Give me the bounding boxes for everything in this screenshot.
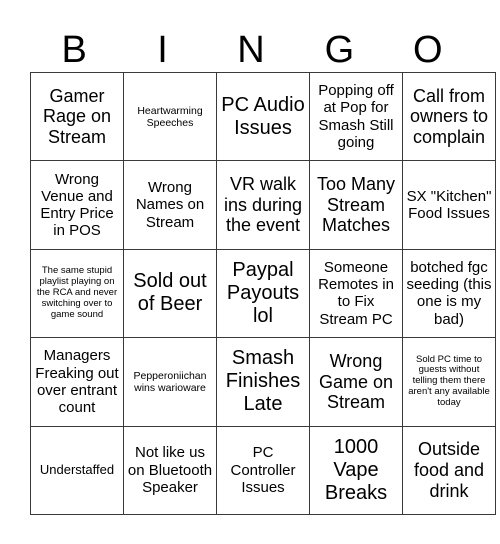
- bingo-cell[interactable]: 1000 Vape Breaks: [309, 425, 403, 516]
- header-letter-o: O: [412, 29, 443, 71]
- bingo-board: Gamer Rage on Stream Heartwarming Speeche…: [30, 71, 496, 516]
- bingo-cell[interactable]: Wrong Names on Stream: [123, 160, 217, 250]
- board-row: Gamer Rage on Stream Heartwarming Speeche…: [30, 71, 496, 162]
- board-row: The same stupid playlist playing on the …: [30, 248, 496, 339]
- bingo-cell[interactable]: PC Audio Issues: [216, 71, 310, 162]
- bingo-cell-text: SX "Kitchen" Food Issues: [406, 187, 492, 223]
- bingo-cell[interactable]: Managers Freaking out over entrant count: [30, 337, 124, 427]
- bingo-cell[interactable]: Smash Finishes Late: [216, 337, 310, 427]
- bingo-cell-text: Sold PC time to guests without telling t…: [408, 353, 490, 409]
- bingo-cell[interactable]: Pepperoniichan wins warioware: [123, 337, 217, 427]
- bingo-cell-text: botched fgc seeding (this one is my bad): [406, 258, 492, 328]
- bingo-cell[interactable]: Gamer Rage on Stream: [30, 71, 124, 162]
- bingo-cell-text: Heartwarming Speeches: [137, 104, 203, 129]
- bingo-cell-text: Call from owners to complain: [409, 85, 489, 148]
- bingo-cell[interactable]: Not like us on Bluetooth Speaker: [123, 425, 217, 516]
- bingo-cell[interactable]: Heartwarming Speeches: [123, 71, 217, 162]
- bingo-cell[interactable]: Paypal Payouts lol: [216, 248, 310, 339]
- bingo-cell[interactable]: Wrong Venue and Entry Price in POS: [30, 160, 124, 250]
- bingo-cell-text: Gamer Rage on Stream: [42, 85, 112, 148]
- bingo-cell[interactable]: Wrong Game on Stream: [309, 337, 403, 427]
- bingo-cell-text: Someone Remotes in to Fix Stream PC: [318, 258, 394, 328]
- header-letter-n: N: [237, 29, 265, 71]
- bingo-cell-text: Too Many Stream Matches: [316, 174, 396, 236]
- bingo-cell-text: Wrong Venue and Entry Price in POS: [40, 170, 114, 240]
- bingo-cell-text: Not like us on Bluetooth Speaker: [127, 444, 213, 496]
- bingo-cell-text: Wrong Game on Stream: [318, 350, 394, 413]
- bingo-cell[interactable]: Someone Remotes in to Fix Stream PC: [309, 248, 403, 339]
- board-row: Understaffed Not like us on Bluetooth Spe…: [30, 425, 496, 516]
- bingo-cell[interactable]: Popping off at Pop for Smash Still going: [309, 71, 403, 162]
- bingo-cell-text: VR walk ins during the event: [223, 174, 303, 236]
- board-row: Managers Freaking out over entrant count…: [30, 337, 496, 427]
- bingo-cell-text: Outside food and drink: [413, 439, 485, 501]
- board-row: Wrong Venue and Entry Price in POS Wrong …: [30, 160, 496, 250]
- bingo-cell[interactable]: SX "Kitchen" Food Issues: [402, 160, 496, 250]
- bingo-cell[interactable]: Outside food and drink: [402, 425, 496, 516]
- bingo-cell[interactable]: VR walk ins during the event: [216, 160, 310, 250]
- bingo-cell-text: Pepperoniichan wins warioware: [133, 369, 207, 394]
- bingo-cell[interactable]: Too Many Stream Matches: [309, 160, 403, 250]
- bingo-cell[interactable]: Call from owners to complain: [402, 71, 496, 162]
- bingo-cell-text: Paypal Payouts lol: [226, 258, 300, 327]
- bingo-cell[interactable]: Understaffed: [30, 425, 124, 516]
- bingo-cell-text: Understaffed: [39, 461, 115, 477]
- bingo-cell-text: PC Audio Issues: [221, 93, 305, 139]
- bingo-cell[interactable]: botched fgc seeding (this one is my bad): [402, 248, 496, 339]
- bingo-cell[interactable]: PC Controller Issues: [216, 425, 310, 516]
- bingo-cell-text: Managers Freaking out over entrant count: [35, 347, 119, 417]
- bingo-cell-text: Smash Finishes Late: [225, 347, 301, 416]
- header-letter-i: I: [157, 29, 168, 71]
- header-letter-b: B: [61, 29, 87, 71]
- bingo-cell[interactable]: The same stupid playlist playing on the …: [30, 248, 124, 339]
- bingo-header: B I N G O: [30, 28, 472, 72]
- bingo-cell-text: 1000 Vape Breaks: [324, 435, 388, 504]
- bingo-cell[interactable]: Sold out of Beer: [123, 248, 217, 339]
- bingo-cell-text: The same stupid playlist playing on the …: [36, 265, 118, 320]
- bingo-cell-text: Popping off at Pop for Smash Still going: [318, 82, 394, 151]
- bingo-cell[interactable]: Sold PC time to guests without telling t…: [402, 337, 496, 427]
- bingo-cell-text: Wrong Names on Stream: [135, 179, 205, 231]
- header-letter-g: G: [324, 29, 355, 71]
- bingo-cell-text: PC Controller Issues: [230, 444, 296, 496]
- bingo-cell-text: Sold out of Beer: [133, 270, 207, 316]
